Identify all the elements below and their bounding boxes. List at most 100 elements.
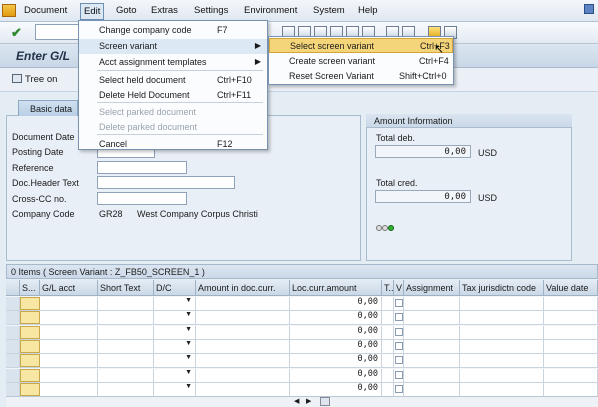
short-text-cell[interactable] xyxy=(98,368,154,382)
checkbox[interactable] xyxy=(394,370,403,379)
tax-cell[interactable] xyxy=(382,297,394,310)
assignment-cell[interactable] xyxy=(404,325,460,339)
v-checkbox[interactable] xyxy=(394,297,404,310)
column-tax[interactable]: T.. xyxy=(382,280,394,296)
assignment-cell[interactable] xyxy=(404,297,460,310)
debit-credit-dropdown[interactable]: ▼ xyxy=(154,297,196,310)
row-status-cell[interactable] xyxy=(20,311,40,325)
tax-jurisdiction-cell[interactable] xyxy=(460,382,544,396)
scroll-left-icon[interactable]: ◀ xyxy=(294,397,299,405)
menu-extras[interactable]: Extras xyxy=(151,5,178,16)
assignment-cell[interactable] xyxy=(404,382,460,396)
short-text-cell[interactable] xyxy=(98,311,154,325)
menu-goto[interactable]: Goto xyxy=(116,5,137,16)
tax-jurisdiction-cell[interactable] xyxy=(460,354,544,368)
amount-doc-cell[interactable] xyxy=(196,297,290,310)
v-checkbox[interactable] xyxy=(394,354,404,368)
short-text-cell[interactable] xyxy=(98,325,154,339)
amount-doc-cell[interactable] xyxy=(196,382,290,396)
tab-basic-data[interactable]: Basic data xyxy=(18,100,78,116)
reference-field[interactable] xyxy=(97,161,187,174)
gl-account-cell[interactable] xyxy=(40,368,98,382)
local-amount-cell[interactable]: 0,00 xyxy=(290,382,382,396)
value-date-cell[interactable] xyxy=(544,354,598,368)
column-gl-account[interactable]: G/L acct xyxy=(40,280,98,296)
row-status-cell[interactable] xyxy=(20,382,40,396)
amount-doc-cell[interactable] xyxy=(196,325,290,339)
column-status[interactable]: S... xyxy=(20,280,40,296)
v-checkbox[interactable] xyxy=(394,368,404,382)
local-amount-cell[interactable]: 0,00 xyxy=(290,325,382,339)
checkbox[interactable] xyxy=(394,327,403,336)
doc-header-text-field[interactable] xyxy=(97,176,235,189)
column-amount-doc-currency[interactable]: Amount in doc.curr. xyxy=(196,280,290,296)
assignment-cell[interactable] xyxy=(404,368,460,382)
debit-credit-dropdown[interactable]: ▼ xyxy=(154,311,196,325)
row-status-cell[interactable] xyxy=(20,325,40,339)
row-select-cell[interactable] xyxy=(6,354,20,368)
local-amount-cell[interactable]: 0,00 xyxy=(290,339,382,353)
screen-variant-item[interactable]: Screen variant ▶ xyxy=(79,39,267,54)
v-checkbox[interactable] xyxy=(394,382,404,396)
checkbox[interactable] xyxy=(394,384,403,393)
window-icon[interactable] xyxy=(584,4,594,14)
tax-cell[interactable] xyxy=(382,368,394,382)
assignment-cell[interactable] xyxy=(404,354,460,368)
gl-account-cell[interactable] xyxy=(40,382,98,396)
tax-jurisdiction-cell[interactable] xyxy=(460,311,544,325)
menu-edit[interactable]: Edit xyxy=(80,3,105,20)
value-date-cell[interactable] xyxy=(544,325,598,339)
short-text-cell[interactable] xyxy=(98,297,154,310)
value-date-cell[interactable] xyxy=(544,382,598,396)
local-amount-cell[interactable]: 0,00 xyxy=(290,354,382,368)
tax-cell[interactable] xyxy=(382,311,394,325)
tax-cell[interactable] xyxy=(382,354,394,368)
gl-account-cell[interactable] xyxy=(40,354,98,368)
acct-assignment-templates-item[interactable]: Acct assignment templates ▶ xyxy=(79,55,267,70)
v-checkbox[interactable] xyxy=(394,339,404,353)
enter-check-icon[interactable]: ✔ xyxy=(11,26,25,40)
v-checkbox[interactable] xyxy=(394,325,404,339)
gl-account-cell[interactable] xyxy=(40,311,98,325)
create-screen-variant-item[interactable]: Create screen variant Ctrl+F4 xyxy=(269,54,453,69)
gl-account-cell[interactable] xyxy=(40,339,98,353)
v-checkbox[interactable] xyxy=(394,311,404,325)
column-value-date[interactable]: Value date xyxy=(544,280,598,296)
tax-jurisdiction-cell[interactable] xyxy=(460,325,544,339)
select-held-document-item[interactable]: Select held document Ctrl+F10 xyxy=(79,73,267,88)
short-text-cell[interactable] xyxy=(98,382,154,396)
assignment-cell[interactable] xyxy=(404,339,460,353)
row-select-cell[interactable] xyxy=(6,382,20,396)
menu-help[interactable]: Help xyxy=(358,5,378,16)
value-date-cell[interactable] xyxy=(544,368,598,382)
value-date-cell[interactable] xyxy=(544,339,598,353)
column-select[interactable] xyxy=(6,280,20,296)
menu-settings[interactable]: Settings xyxy=(194,5,228,16)
row-status-cell[interactable] xyxy=(20,297,40,310)
select-screen-variant-item[interactable]: Select screen variant Ctrl+F3 xyxy=(269,38,453,53)
menu-document[interactable]: Document xyxy=(24,5,67,16)
menu-system[interactable]: System xyxy=(313,5,345,16)
tree-on-button[interactable]: Tree on xyxy=(12,74,57,85)
local-amount-cell[interactable]: 0,00 xyxy=(290,297,382,310)
tax-jurisdiction-cell[interactable] xyxy=(460,297,544,310)
tax-jurisdiction-cell[interactable] xyxy=(460,368,544,382)
horizontal-scrollbar[interactable] xyxy=(6,396,598,407)
sap-app-icon[interactable] xyxy=(2,4,16,17)
row-status-cell[interactable] xyxy=(20,368,40,382)
column-short-text[interactable]: Short Text xyxy=(98,280,154,296)
amount-doc-cell[interactable] xyxy=(196,339,290,353)
checkbox[interactable] xyxy=(394,341,403,350)
row-select-cell[interactable] xyxy=(6,325,20,339)
column-v[interactable]: V xyxy=(394,280,404,296)
short-text-cell[interactable] xyxy=(98,354,154,368)
gl-account-cell[interactable] xyxy=(40,297,98,310)
row-status-cell[interactable] xyxy=(20,354,40,368)
column-debit-credit[interactable]: D/C xyxy=(154,280,196,296)
checkbox[interactable] xyxy=(394,299,403,307)
tax-cell[interactable] xyxy=(382,382,394,396)
amount-doc-cell[interactable] xyxy=(196,354,290,368)
assignment-cell[interactable] xyxy=(404,311,460,325)
tax-cell[interactable] xyxy=(382,339,394,353)
tax-cell[interactable] xyxy=(382,325,394,339)
